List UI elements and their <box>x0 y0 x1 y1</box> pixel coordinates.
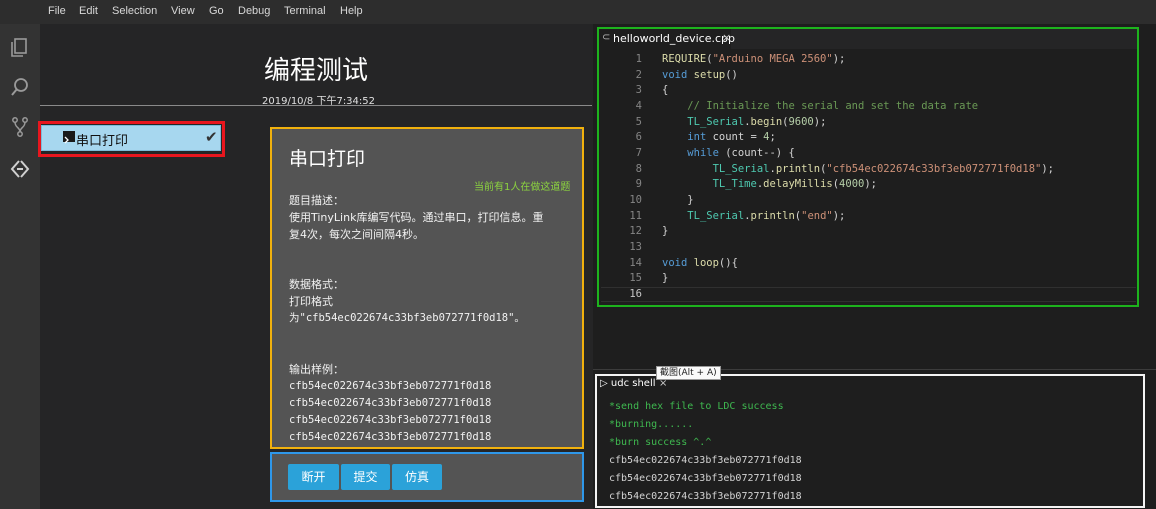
tooltip: 截图(Alt + A) <box>656 366 721 380</box>
shell-line: cfb54ec022674c33bf3eb072771f0d18 <box>609 455 802 466</box>
format-line: 打印格式 <box>289 295 333 308</box>
shell-line: *burn success ^.^ <box>609 437 712 448</box>
remote-icon[interactable] <box>9 158 31 180</box>
output-line: cfb54ec022674c33bf3eb072771f0d18 <box>289 380 492 392</box>
problem-title: 串口打印 <box>289 148 366 170</box>
shell-line: *burning...... <box>609 419 694 430</box>
shell-line: cfb54ec022674c33bf3eb072771f0d18 <box>609 473 802 484</box>
menu-bar: File Edit Selection View Go Debug Termin… <box>0 0 1156 24</box>
tab-udc-shell[interactable]: ▷ udc shell <box>600 378 656 389</box>
search-icon[interactable] <box>9 76 31 98</box>
menu-terminal[interactable]: Terminal <box>284 5 326 17</box>
activity-bar <box>0 24 40 509</box>
editor-highlight <box>597 27 1139 307</box>
menu-help[interactable]: Help <box>340 5 363 17</box>
submit-button[interactable]: 提交 <box>341 464 390 490</box>
description-heading: 题目描述： <box>289 194 344 207</box>
format-heading: 数据格式： <box>289 278 344 291</box>
source-control-icon[interactable] <box>9 116 31 138</box>
simulate-button[interactable]: 仿真 <box>392 464 442 490</box>
problem-status: 当前有1人在做这道题 <box>474 182 571 193</box>
menu-selection[interactable]: Selection <box>112 5 157 17</box>
divider <box>40 105 592 106</box>
output-line: cfb54ec022674c33bf3eb072771f0d18 <box>289 397 492 409</box>
disconnect-button[interactable]: 断开 <box>288 464 339 490</box>
menu-view[interactable]: View <box>171 5 195 17</box>
shell-line: *send hex file to LDC success <box>609 401 784 412</box>
page-title: 编程测试 <box>264 56 369 86</box>
output-line: cfb54ec022674c33bf3eb072771f0d18 <box>289 431 492 443</box>
format-line: 为"cfb54ec022674c33bf3eb072771f0d18"。 <box>289 312 525 324</box>
lesson-highlight <box>38 121 225 157</box>
output-heading: 输出样例： <box>289 363 344 376</box>
files-icon[interactable] <box>9 36 31 58</box>
description-line: 使用TinyLink库编写代码。通过串口，打印信息。重 <box>289 211 544 224</box>
menu-debug[interactable]: Debug <box>238 5 270 17</box>
menu-file[interactable]: File <box>48 5 66 17</box>
output-line: cfb54ec022674c33bf3eb072771f0d18 <box>289 414 492 426</box>
menu-go[interactable]: Go <box>209 5 224 17</box>
menu-edit[interactable]: Edit <box>79 5 98 17</box>
shell-tab-title: udc shell <box>610 378 656 389</box>
shell-line: cfb54ec022674c33bf3eb072771f0d18 <box>609 491 802 502</box>
description-line: 复4次，每次之间间隔4秒。 <box>289 228 424 241</box>
terminal-icon: ▷ <box>600 378 608 389</box>
